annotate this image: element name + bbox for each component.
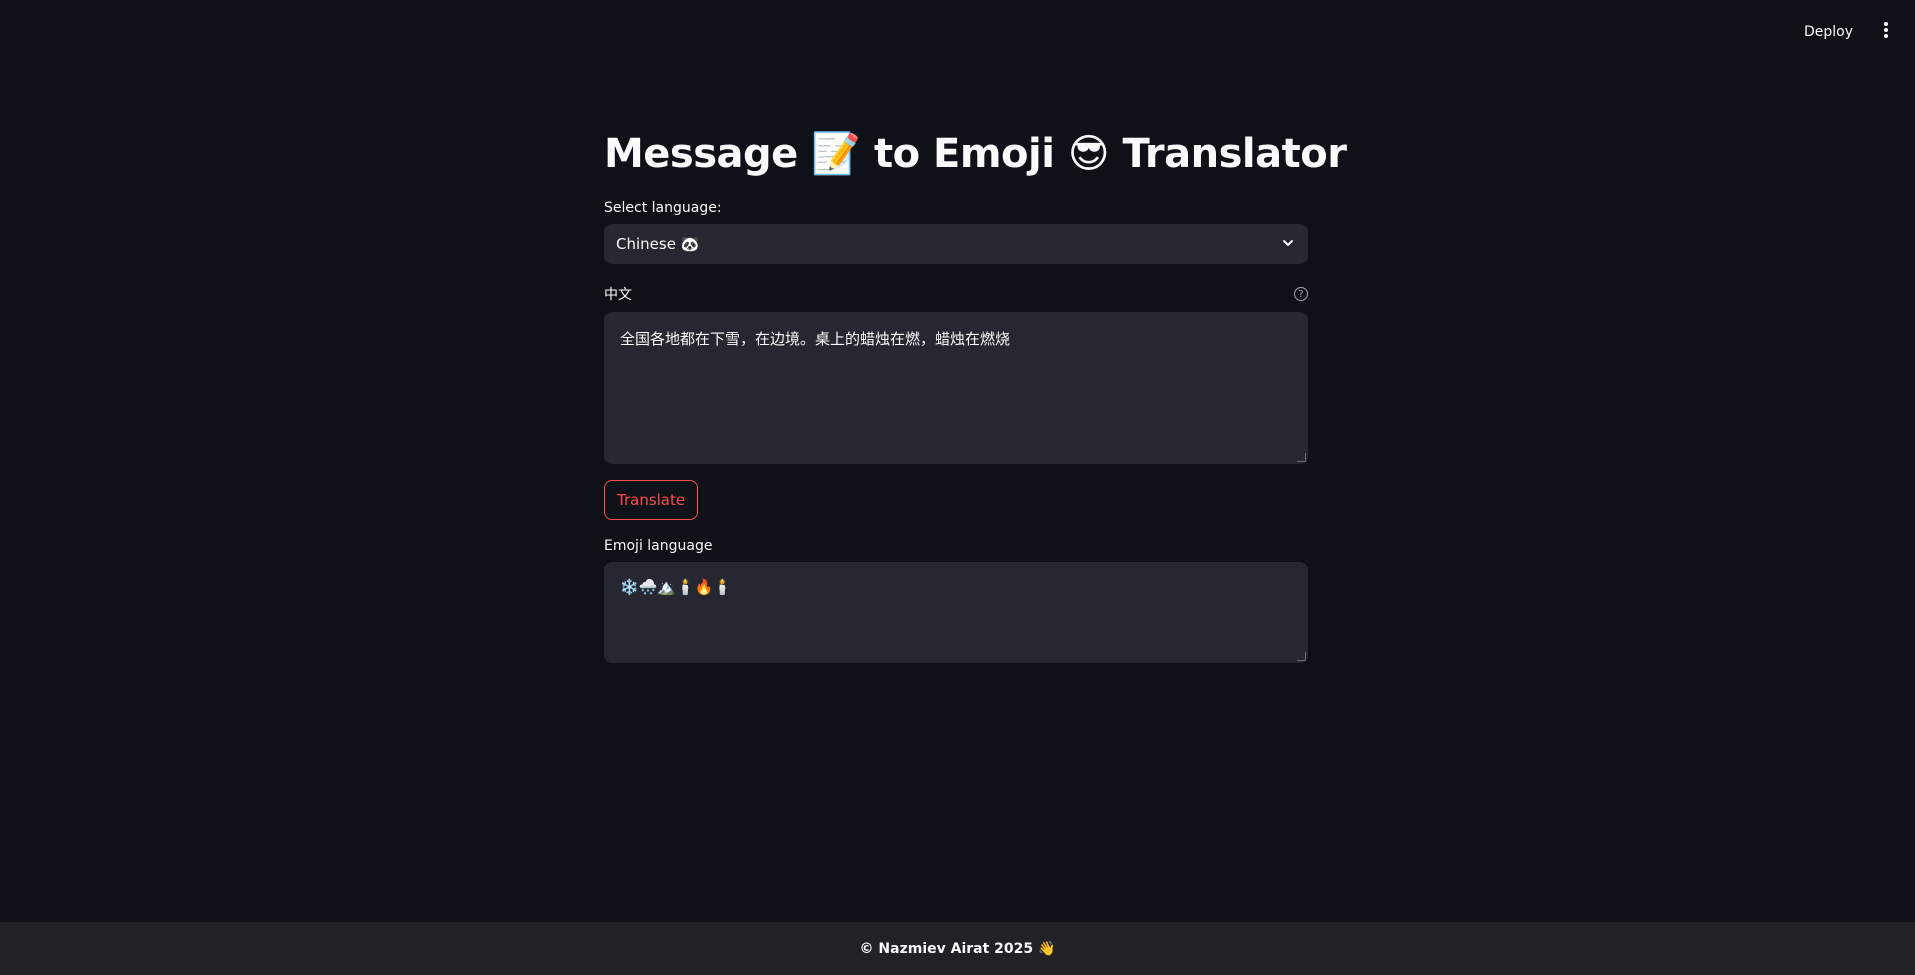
page-title: Message 📝 to Emoji 😎 Translator [604,110,1347,198]
chevron-down-icon [1283,240,1293,246]
title-text-message: Message [604,131,798,177]
deploy-button[interactable]: Deploy [1798,20,1859,44]
language-select[interactable]: Chinese 🐼 [604,224,1308,264]
title-text-to-emoji: to Emoji [874,131,1055,177]
message-input-value: 全国各地都在下雪，在边境。桌上的蜡烛在燃，蜡烛在燃烧 [620,330,1011,348]
footer: © Nazmiev Airat 2025 👋 [0,922,1915,975]
language-select-value: Chinese 🐼 [616,235,700,253]
sunglasses-emoji-icon: 😎 [1067,131,1110,177]
title-text-translator: Translator [1122,131,1347,177]
emoji-output-value: ❄️🌨️🏔️🕯️🔥🕯️ [620,578,733,596]
app: Deploy Message 📝 to Emoji 😎 Translator S… [0,0,1915,975]
kebab-menu-icon[interactable] [1883,22,1889,38]
translate-button[interactable]: Translate [604,480,699,520]
message-input[interactable]: 全国各地都在下雪，在边境。桌上的蜡烛在燃，蜡烛在燃烧 [604,312,1308,464]
language-select-label: Select language: [604,200,722,216]
header: Deploy [0,0,1915,64]
help-icon[interactable]: ? [1294,287,1308,301]
input-label: 中文 [604,287,632,303]
output-label: Emoji language [604,538,713,554]
footer-text: © Nazmiev Airat 2025 👋 [859,940,1056,957]
memo-emoji-icon: 📝 [811,131,861,177]
resize-handle[interactable] [1297,652,1306,661]
input-label-row: 中文 ? [604,284,1308,304]
resize-handle[interactable] [1297,453,1306,462]
main-content: Message 📝 to Emoji 😎 Translator Select l… [604,110,1347,663]
emoji-output[interactable]: ❄️🌨️🏔️🕯️🔥🕯️ [604,562,1308,663]
